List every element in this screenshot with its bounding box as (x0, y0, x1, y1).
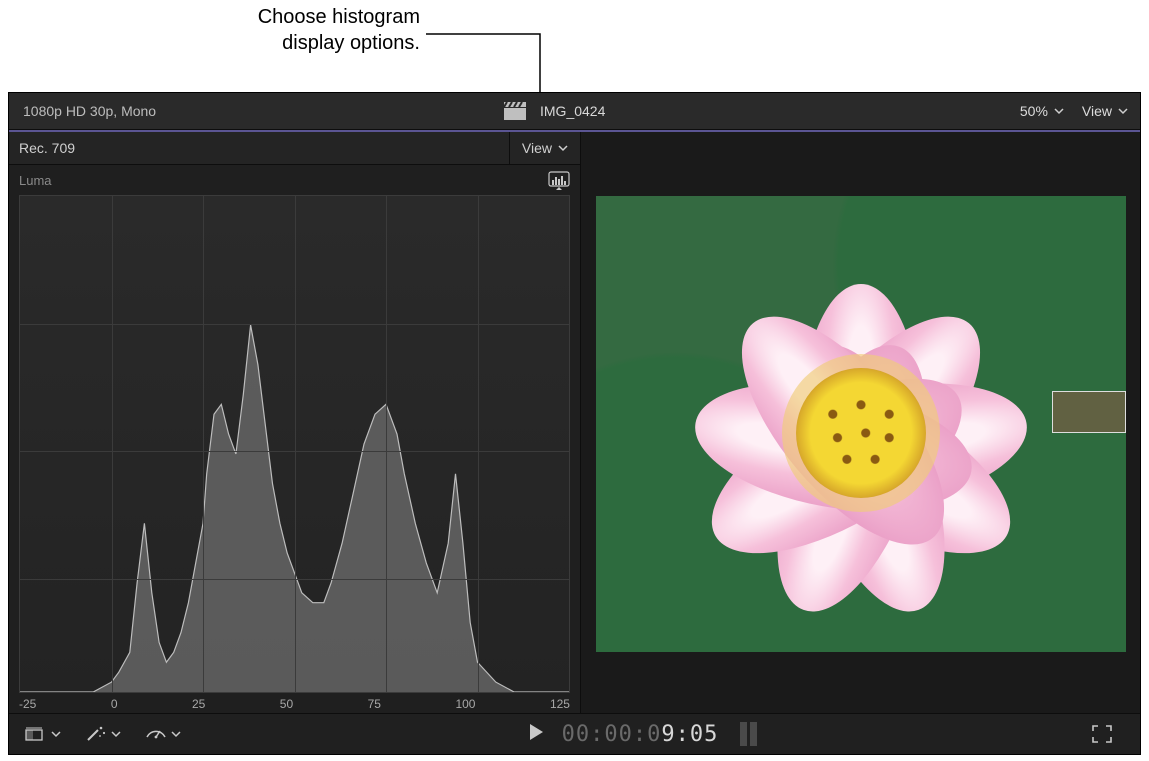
zoom-menu[interactable]: 50% (1014, 103, 1070, 119)
timecode-bright: 9:05 (661, 722, 718, 747)
chevron-down-icon (558, 140, 568, 156)
scopes-panel: Rec. 709 View Luma (9, 132, 581, 715)
chevron-down-icon (1118, 103, 1128, 119)
zoom-value: 50% (1020, 103, 1048, 119)
histogram-plot (19, 195, 570, 693)
histogram-x-axis: -25 0 25 50 75 100 125 (19, 693, 570, 711)
format-label: 1080p HD 30p, Mono (9, 103, 498, 119)
enhancements-button[interactable] (79, 721, 127, 747)
bottom-toolbar: 00:00:09:05 (9, 713, 1140, 754)
play-button[interactable] (528, 723, 544, 746)
chevron-down-icon (1054, 103, 1064, 119)
preview-image (596, 196, 1126, 652)
selection-marker[interactable] (1052, 391, 1126, 433)
timecode-display[interactable]: 00:00:09:05 (562, 722, 719, 747)
clip-appearance-button[interactable] (19, 722, 67, 746)
retime-button[interactable] (139, 721, 187, 747)
color-space-label: Rec. 709 (9, 140, 509, 156)
clip-name-label: IMG_0424 (540, 103, 605, 119)
viewer-view-menu[interactable]: View (1076, 103, 1134, 119)
histogram-x-tick: 0 (111, 697, 118, 711)
scopes-header: Rec. 709 View (9, 132, 580, 165)
histogram-header: Luma (9, 165, 580, 195)
clapperboard-icon (504, 102, 526, 120)
fullscreen-button[interactable] (1086, 721, 1118, 747)
viewer-view-label: View (1082, 103, 1112, 119)
timecode-dim: 00:00:0 (562, 722, 662, 747)
histogram-mode-label: Luma (19, 173, 52, 188)
viewer-top-bar: 1080p HD 30p, Mono IMG_0424 50% (9, 93, 1140, 130)
scopes-view-menu[interactable]: View (509, 132, 580, 164)
histogram-x-tick: 50 (280, 697, 293, 711)
histogram-options-button[interactable] (548, 171, 570, 189)
audio-meter (740, 722, 757, 746)
annotation-text: Choose histogram display options. (258, 4, 420, 56)
histogram-x-tick: -25 (19, 697, 36, 711)
scopes-view-label: View (522, 140, 552, 156)
viewer-preview[interactable] (589, 146, 1132, 701)
histogram-x-tick: 100 (455, 697, 475, 711)
viewer-panel (581, 132, 1140, 715)
histogram-x-tick: 25 (192, 697, 205, 711)
histogram-x-tick: 75 (368, 697, 381, 711)
flower-center (796, 368, 926, 498)
app-window: 1080p HD 30p, Mono IMG_0424 50% (8, 92, 1141, 755)
histogram-x-tick: 125 (550, 697, 570, 711)
annotation-callout: Choose histogram display options. (0, 0, 420, 90)
